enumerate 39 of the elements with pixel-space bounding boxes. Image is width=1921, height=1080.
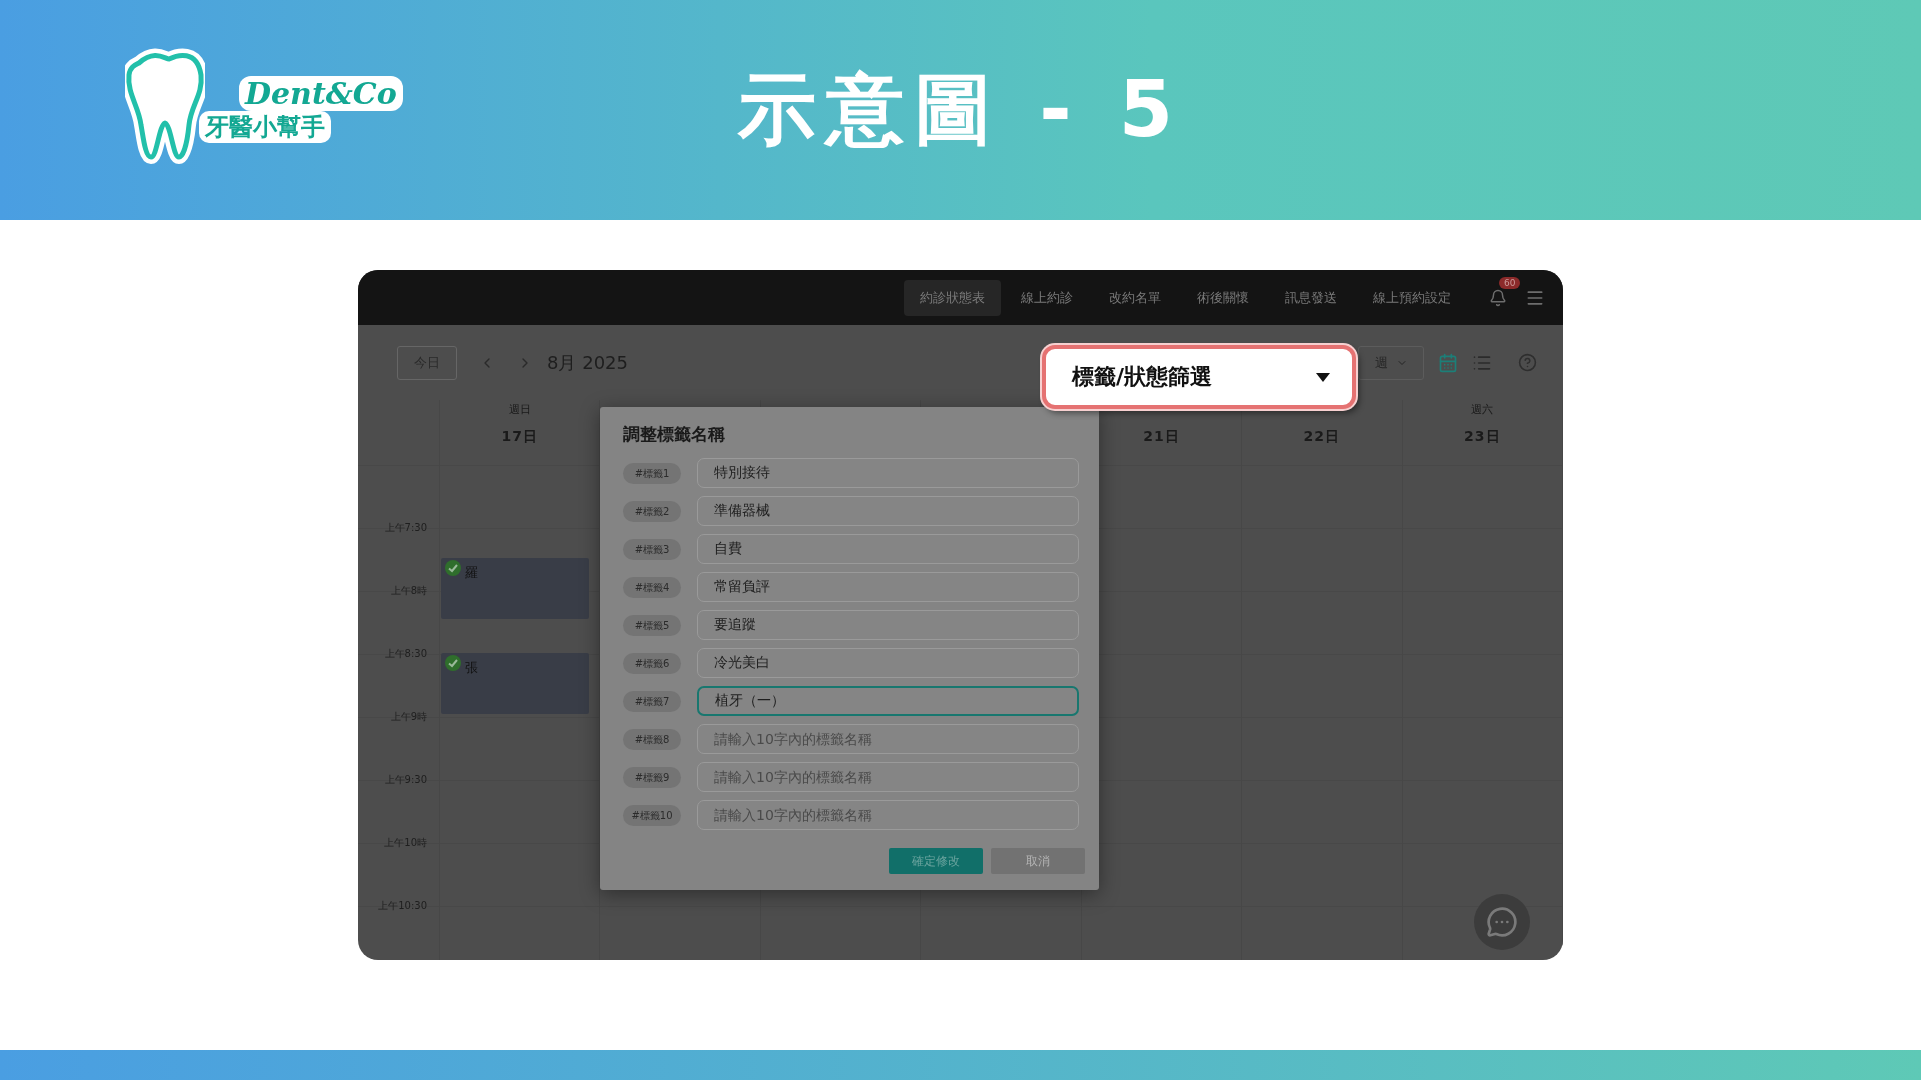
nav-tab[interactable]: 術後關懷 <box>1181 279 1265 316</box>
cancel-button[interactable]: 取消 <box>991 848 1085 874</box>
tag-chip: #標籤1 <box>623 462 681 484</box>
tag-name-field[interactable]: 請輸入10字內的標籤名稱 <box>697 800 1079 830</box>
tag-chip: #標籤7 <box>623 690 681 712</box>
tag-chip: #標籤3 <box>623 538 681 560</box>
tag-name-field[interactable]: 請輸入10字內的標籤名稱 <box>697 724 1079 754</box>
tag-name-field[interactable]: 要追蹤 <box>697 610 1079 640</box>
nav-tab[interactable]: 改約名單 <box>1093 279 1177 316</box>
tag-chip: #標籤8 <box>623 728 681 750</box>
tag-name-field[interactable]: 請輸入10字內的標籤名稱 <box>697 762 1079 792</box>
nav-tab[interactable]: 線上預約設定 <box>1357 279 1467 316</box>
logo-wordmark: Dent&Co <box>239 76 403 111</box>
caret-icon <box>1316 372 1330 382</box>
notification-badge: 60 <box>1499 276 1521 289</box>
nav-tab[interactable]: 線上約診 <box>1005 279 1089 316</box>
tag-chip: #標籤2 <box>623 500 681 522</box>
tag-chip: #標籤9 <box>623 766 681 788</box>
nav-tab[interactable]: 訊息發送 <box>1269 279 1353 316</box>
tag-name-field[interactable]: 準備器械 <box>697 496 1079 526</box>
help-icon[interactable] <box>1518 353 1537 372</box>
dialog-title: 調整標籤名稱 <box>623 423 726 446</box>
tag-chip: #標籤4 <box>623 576 681 598</box>
tag-name-field[interactable]: 常留負評 <box>697 572 1079 602</box>
filter-dropdown[interactable]: 標籤/狀態篩選 <box>1042 345 1356 409</box>
bell-icon[interactable] <box>1489 288 1507 307</box>
logo-name: 牙醫小幫手 <box>199 111 331 143</box>
tag-chip: #標籤6 <box>623 652 681 674</box>
chat-icon[interactable] <box>1474 894 1530 950</box>
tag-name-field[interactable]: 植牙（一） <box>697 686 1079 716</box>
tag-name-field[interactable]: 特別接待 <box>697 458 1079 488</box>
tag-chip: #標籤10 <box>623 804 681 826</box>
tooth-logo-icon <box>125 45 205 165</box>
tag-name-field[interactable]: 自費 <box>697 534 1079 564</box>
tag-name-field[interactable]: 冷光美白 <box>697 648 1079 678</box>
calendar-icon[interactable] <box>1438 352 1458 373</box>
slide-title: 示意圖 - 5 <box>738 62 1183 156</box>
nav-tab[interactable]: 約診狀態表 <box>904 279 1001 316</box>
tag-chip: #標籤5 <box>623 614 681 636</box>
